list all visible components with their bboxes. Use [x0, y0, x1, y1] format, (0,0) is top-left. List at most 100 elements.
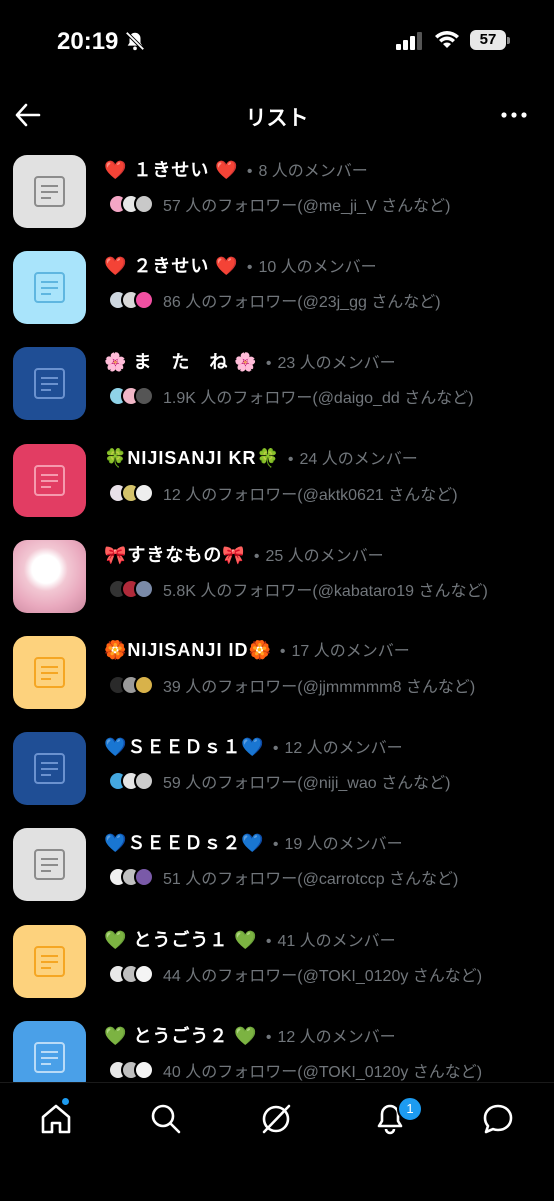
list-item[interactable]: ❤️ １きせい ❤️ • 8 人のメンバー 57 人のフォロワー(@me_ji_V …: [0, 146, 554, 242]
follower-avatar: [134, 674, 154, 695]
list-thumbnail: [13, 443, 86, 517]
list-document-icon: [34, 849, 65, 881]
list-item[interactable]: 💚 とうごう２ 💚 • 12 人のメンバー 40 人のフォロワー(@TOKI_012…: [0, 1012, 554, 1082]
list-thumbnail: [13, 828, 86, 902]
battery-indicator: 57: [470, 30, 506, 50]
list-name: ❤️ １きせい ❤️: [104, 160, 239, 180]
status-time: 20:19: [57, 28, 119, 55]
follower-avatar: [134, 578, 154, 599]
list-thumbnail: [13, 635, 86, 709]
list-document-icon: [34, 753, 65, 785]
member-count: 19 人のメンバー: [284, 836, 403, 854]
follower-avatars: [108, 290, 154, 311]
lists-container: ❤️ １きせい ❤️ • 8 人のメンバー 57 人のフォロワー(@me_ji_V …: [0, 146, 554, 1082]
follower-count: 51 人のフォロワー(@carrotccp さんなど): [163, 871, 459, 889]
list-name: 💚 とうごう１ 💚: [104, 929, 258, 950]
follower-count: 40 人のフォロワー(@TOKI_0120y さんなど): [163, 1063, 483, 1081]
list-name: 🎀すきなもの🎀: [104, 544, 246, 565]
separator-dot: •: [279, 642, 286, 660]
follower-avatars: [108, 482, 154, 503]
separator-dot: •: [265, 355, 272, 373]
list-thumbnail: [13, 732, 86, 806]
list-name: 💚 とうごう２ 💚: [104, 1025, 258, 1046]
list-document-icon: [34, 368, 65, 400]
follower-avatars: [108, 674, 154, 695]
list-name: 🌸 ま た ね 🌸: [104, 352, 258, 373]
follower-count: 39 人のフォロワー(@jjmmmmm8 さんなど): [163, 678, 476, 696]
separator-dot: •: [272, 836, 279, 854]
separator-dot: •: [287, 450, 294, 468]
list-item[interactable]: 💚 とうごう１ 💚 • 41 人のメンバー 44 人のフォロワー(@TOKI_012…: [0, 916, 554, 1012]
list-item[interactable]: 🌸 ま た ね 🌸 • 23 人のメンバー 1.9K 人のフォロワー(@daigo_…: [0, 338, 554, 434]
top-app-bar: リスト: [0, 90, 554, 140]
list-document-icon: [34, 464, 65, 496]
follower-avatar: [134, 963, 154, 984]
notification-badge: 1: [397, 1096, 423, 1122]
follower-avatars: [108, 386, 154, 407]
list-item[interactable]: 💙ＳＥＥＤｓ１💙 • 12 人のメンバー 59 人のフォロワー(@niji_wao …: [0, 723, 554, 819]
follower-count: 57 人のフォロワー(@me_ji_V さんなど): [163, 198, 451, 215]
separator-dot: •: [265, 932, 272, 950]
messages-icon[interactable]: [480, 1101, 516, 1137]
list-photo-thumbnail: [13, 539, 86, 613]
follower-avatars: [108, 867, 154, 888]
follower-count: 5.8K 人のフォロワー(@kabataro19 さんなど): [163, 582, 488, 600]
separator-dot: •: [246, 259, 253, 277]
member-count: 8 人のメンバー: [258, 163, 368, 180]
follower-count: 44 人のフォロワー(@TOKI_0120y さんなど): [163, 967, 483, 985]
follower-avatar: [134, 386, 154, 407]
follower-avatar: [134, 1059, 154, 1080]
list-item[interactable]: 💙ＳＥＥＤｓ２💙 • 19 人のメンバー 51 人のフォロワー(@carrotccp…: [0, 819, 554, 915]
list-item[interactable]: 🍀NIJISANJI KR🍀 • 24 人のメンバー 12 人のフォロワー(@akt…: [0, 435, 554, 531]
search-icon[interactable]: [148, 1101, 184, 1137]
home-icon[interactable]: [38, 1101, 74, 1137]
grok-icon[interactable]: [258, 1101, 294, 1137]
list-document-icon: [34, 945, 65, 977]
member-count: 23 人のメンバー: [277, 355, 396, 373]
follower-count: 59 人のフォロワー(@niji_wao さんなど): [163, 775, 451, 793]
list-name: 💙ＳＥＥＤｓ１💙: [104, 737, 265, 758]
list-item[interactable]: 🏵️NIJISANJI ID🏵️ • 17 人のメンバー 39 人のフォロワー(@j…: [0, 627, 554, 723]
list-document-icon: [34, 176, 65, 207]
member-count: 12 人のメンバー: [277, 1028, 396, 1046]
list-item[interactable]: 🎀すきなもの🎀 • 25 人のメンバー 5.8K 人のフォロワー(@kabataro…: [0, 531, 554, 627]
follower-avatar: [134, 867, 154, 888]
follower-avatars: [108, 963, 154, 984]
separator-dot: •: [272, 740, 279, 758]
list-document-icon: [34, 656, 65, 688]
cellular-signal-icon: [396, 32, 424, 55]
follower-avatar: [134, 194, 154, 214]
follower-avatars: [108, 1059, 154, 1080]
member-count: 17 人のメンバー: [291, 642, 410, 660]
list-document-icon: [34, 272, 65, 304]
follower-count: 86 人のフォロワー(@23j_gg さんなど): [163, 294, 441, 312]
silent-bell-icon: [124, 30, 146, 57]
list-document-icon: [34, 1041, 65, 1073]
member-count: 24 人のメンバー: [299, 450, 418, 468]
follower-avatar: [134, 290, 154, 311]
list-item[interactable]: ❤️ ２きせい ❤️ • 10 人のメンバー 86 人のフォロワー(@23j_gg …: [0, 242, 554, 338]
bottom-navigation: [0, 1082, 554, 1201]
list-name: 💙ＳＥＥＤｓ２💙: [104, 833, 265, 854]
follower-count: 1.9K 人のフォロワー(@daigo_dd さんなど): [163, 390, 474, 408]
member-count: 12 人のメンバー: [284, 740, 403, 758]
member-count: 25 人のメンバー: [265, 547, 384, 565]
status-bar: 20:19 57: [0, 0, 554, 80]
member-count: 41 人のメンバー: [277, 932, 396, 950]
separator-dot: •: [265, 1028, 272, 1046]
home-new-dot: [62, 1098, 69, 1105]
page-title: リスト: [245, 107, 309, 130]
more-options-icon[interactable]: [500, 102, 528, 133]
list-thumbnail: [13, 924, 86, 998]
follower-avatars: [108, 771, 154, 792]
follower-avatars: [108, 578, 154, 599]
follower-count: 12 人のフォロワー(@aktk0621 さんなど): [163, 486, 458, 504]
list-name: ❤️ ２きせい ❤️: [104, 256, 239, 277]
battery-tip: [507, 37, 510, 44]
list-name: 🏵️NIJISANJI ID🏵️: [104, 639, 272, 660]
follower-avatars: [108, 194, 154, 214]
member-count: 10 人のメンバー: [258, 259, 377, 277]
list-name: 🍀NIJISANJI KR🍀: [104, 447, 280, 468]
follower-avatar: [134, 482, 154, 503]
wifi-icon: [434, 30, 460, 55]
